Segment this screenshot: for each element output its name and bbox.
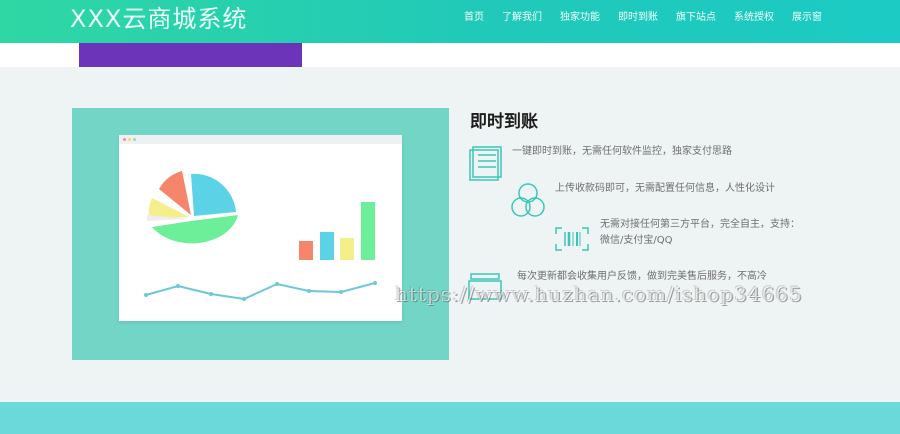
nav-item-about[interactable]: 了解我们 — [502, 11, 542, 25]
main-nav: 首页 了解我们 独家功能 即时到账 旗下站点 系统授权 展示窗 — [446, 11, 822, 25]
pie-slice-blue — [191, 173, 236, 216]
bottom-section-band — [0, 402, 900, 434]
barcode-icon — [555, 227, 589, 251]
bar-blue — [320, 232, 334, 260]
nav-item-sites[interactable]: 旗下站点 — [676, 11, 716, 25]
bar-orange — [299, 241, 313, 260]
bar-yellow — [340, 238, 354, 260]
nav-item-instant[interactable]: 即时到账 — [618, 11, 658, 25]
nav-item-home[interactable]: 首页 — [464, 11, 484, 25]
nav-item-license[interactable]: 系统授权 — [734, 11, 774, 25]
illustration-screen — [119, 135, 402, 321]
feature-title: 即时到账 — [470, 112, 538, 132]
feature-text: 一键即时到账，无需任何软件监控，独家支付思路 — [512, 146, 732, 157]
illustration-graphics — [144, 171, 377, 301]
bar-green — [361, 202, 375, 260]
top-header: XXX云商城系统 首页 了解我们 独家功能 即时到账 旗下站点 系统授权 展示窗 — [0, 0, 900, 43]
nav-item-showcase[interactable]: 展示窗 — [792, 11, 822, 25]
circles-icon — [511, 183, 545, 217]
document-icon — [469, 146, 502, 181]
watermark-url: https://www.huzhan.com/ishop34665 — [395, 282, 803, 306]
feature-text: 上传收款码即可，无需配置任何信息，人性化设计 — [555, 183, 775, 194]
feature-text-line2: 微信/支付宝/QQ — [600, 235, 673, 246]
site-logo[interactable]: XXX云商城系统 — [70, 4, 247, 34]
analytics-illustration — [72, 108, 449, 360]
feature-text-line1: 无需对接任何第三方平台，完全自主，支持： — [600, 219, 800, 230]
purple-banner-block — [79, 43, 302, 67]
nav-item-features[interactable]: 独家功能 — [560, 11, 600, 25]
